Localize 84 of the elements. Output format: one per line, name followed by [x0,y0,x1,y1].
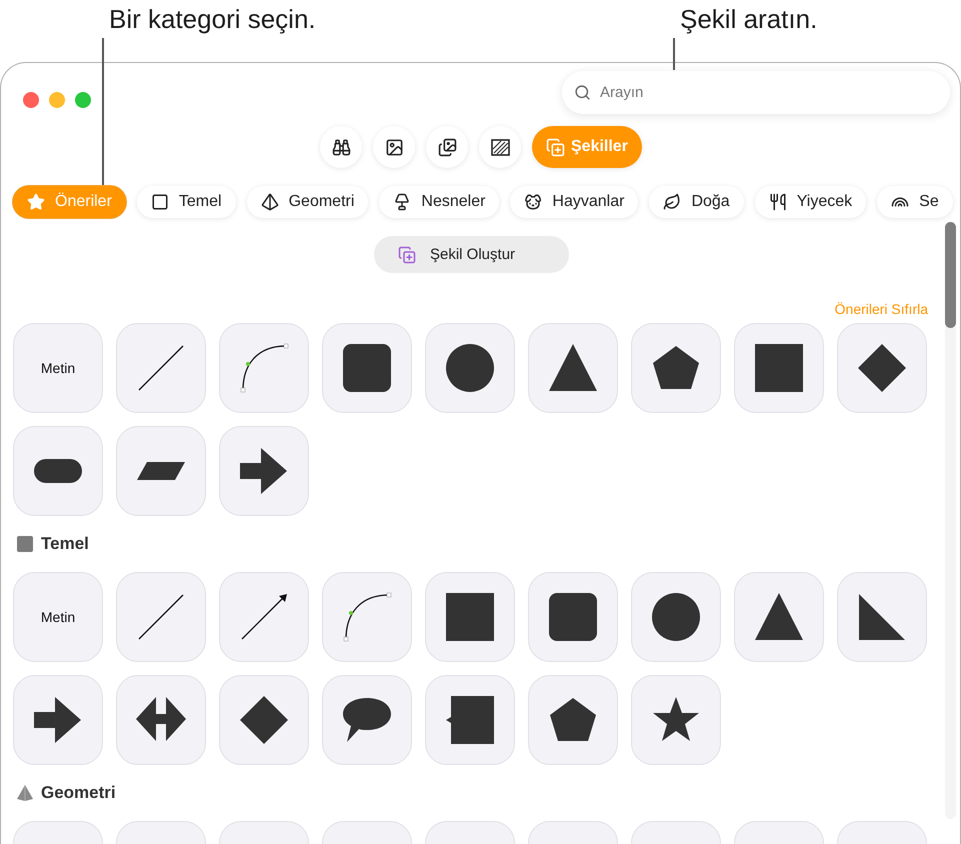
star-icon [27,193,45,211]
shape-tile[interactable] [13,675,103,765]
callout-shape [445,695,495,745]
shape-tile[interactable] [837,323,927,413]
square-icon [16,535,34,553]
shape-tile[interactable] [219,572,309,662]
shape-tile[interactable] [219,426,309,516]
toolbar-tab[interactable] [479,126,521,168]
shape-tile[interactable] [528,675,618,765]
shape-tile[interactable] [116,323,206,413]
close-button[interactable] [23,92,39,108]
square-shape [754,343,804,393]
dog-icon [524,193,542,211]
shape-tile[interactable] [631,572,721,662]
circle-shape [651,592,701,642]
shape-tile[interactable] [631,323,721,413]
rounded-square-shape [548,592,598,642]
square-icon [150,193,169,211]
diamond-shape [857,343,907,393]
shape-tile[interactable] [631,675,721,765]
lamp-icon [393,193,412,211]
section-title: Temel [41,534,89,554]
shape-tile[interactable] [837,572,927,662]
section-title: Geometri [41,783,116,803]
striped-box-icon [490,138,510,156]
add-shape-icon [398,246,416,264]
curve-drawing [239,343,289,393]
shape-tile[interactable] [425,675,515,765]
search-icon [574,84,591,101]
category-chip[interactable]: Se [877,186,953,218]
shape-tile[interactable] [528,323,618,413]
line-drawing [136,592,186,642]
category-chip[interactable]: Yiyecek [754,186,866,218]
shape-tile[interactable] [116,675,206,765]
shape-tile[interactable] [13,426,103,516]
shape-tile[interactable] [425,572,515,662]
shape-tile[interactable] [219,323,309,413]
shape-tile[interactable]: Metin [13,323,103,413]
shapes-icon [546,138,565,156]
fork-knife-icon [768,193,787,211]
image-icon [384,138,404,156]
shape-tile[interactable] [528,572,618,662]
search-field[interactable]: Arayın [562,71,950,114]
callout-label: Bir kategori seçin. [109,4,316,35]
scroll-thumb[interactable] [945,222,956,328]
callout-label: Şekil aratın. [680,4,818,35]
shape-tile[interactable] [322,572,412,662]
category-chip[interactable]: Doğa [649,186,744,218]
category-chip[interactable]: Nesneler [379,186,500,218]
category-chip[interactable]: Temel [136,186,236,218]
shape-tile[interactable] [734,323,824,413]
shape-tile[interactable] [116,572,206,662]
binoculars-icon [332,138,350,156]
create-shape-button[interactable]: Şekil Oluştur [374,236,569,273]
triangle-shape [754,592,804,642]
arrow-drawing [239,592,289,642]
pyramid-icon [16,784,34,802]
diamond-shape [239,695,289,745]
shape-tile[interactable] [425,323,515,413]
triangle-shape [548,343,598,393]
toolbar-tab[interactable] [373,126,415,168]
right-triangle-shape [857,592,907,642]
curve-drawing [342,592,392,642]
circle-shape [445,343,495,393]
arrow-shape [239,446,289,496]
shape-tile[interactable]: Metin [13,572,103,662]
shape-tile[interactable] [116,426,206,516]
scrollbar[interactable] [945,222,956,819]
category-chip[interactable]: Hayvanlar [510,186,638,218]
arrow-shape [33,695,83,745]
toolbar-tab[interactable] [320,126,362,168]
shape-tile[interactable] [219,675,309,765]
leaf-icon [663,193,682,211]
line-drawing [136,343,186,393]
shape-tile[interactable] [322,323,412,413]
pyramid-icon [260,193,279,211]
square-shape [445,592,495,642]
shape-tile[interactable] [734,572,824,662]
rounded-square-shape [342,343,392,393]
toolbar-tab[interactable] [426,126,468,168]
leader-line [673,38,674,70]
category-chip[interactable]: Geometri [246,186,368,218]
shape-tile[interactable] [322,675,412,765]
images-icon [438,138,456,156]
